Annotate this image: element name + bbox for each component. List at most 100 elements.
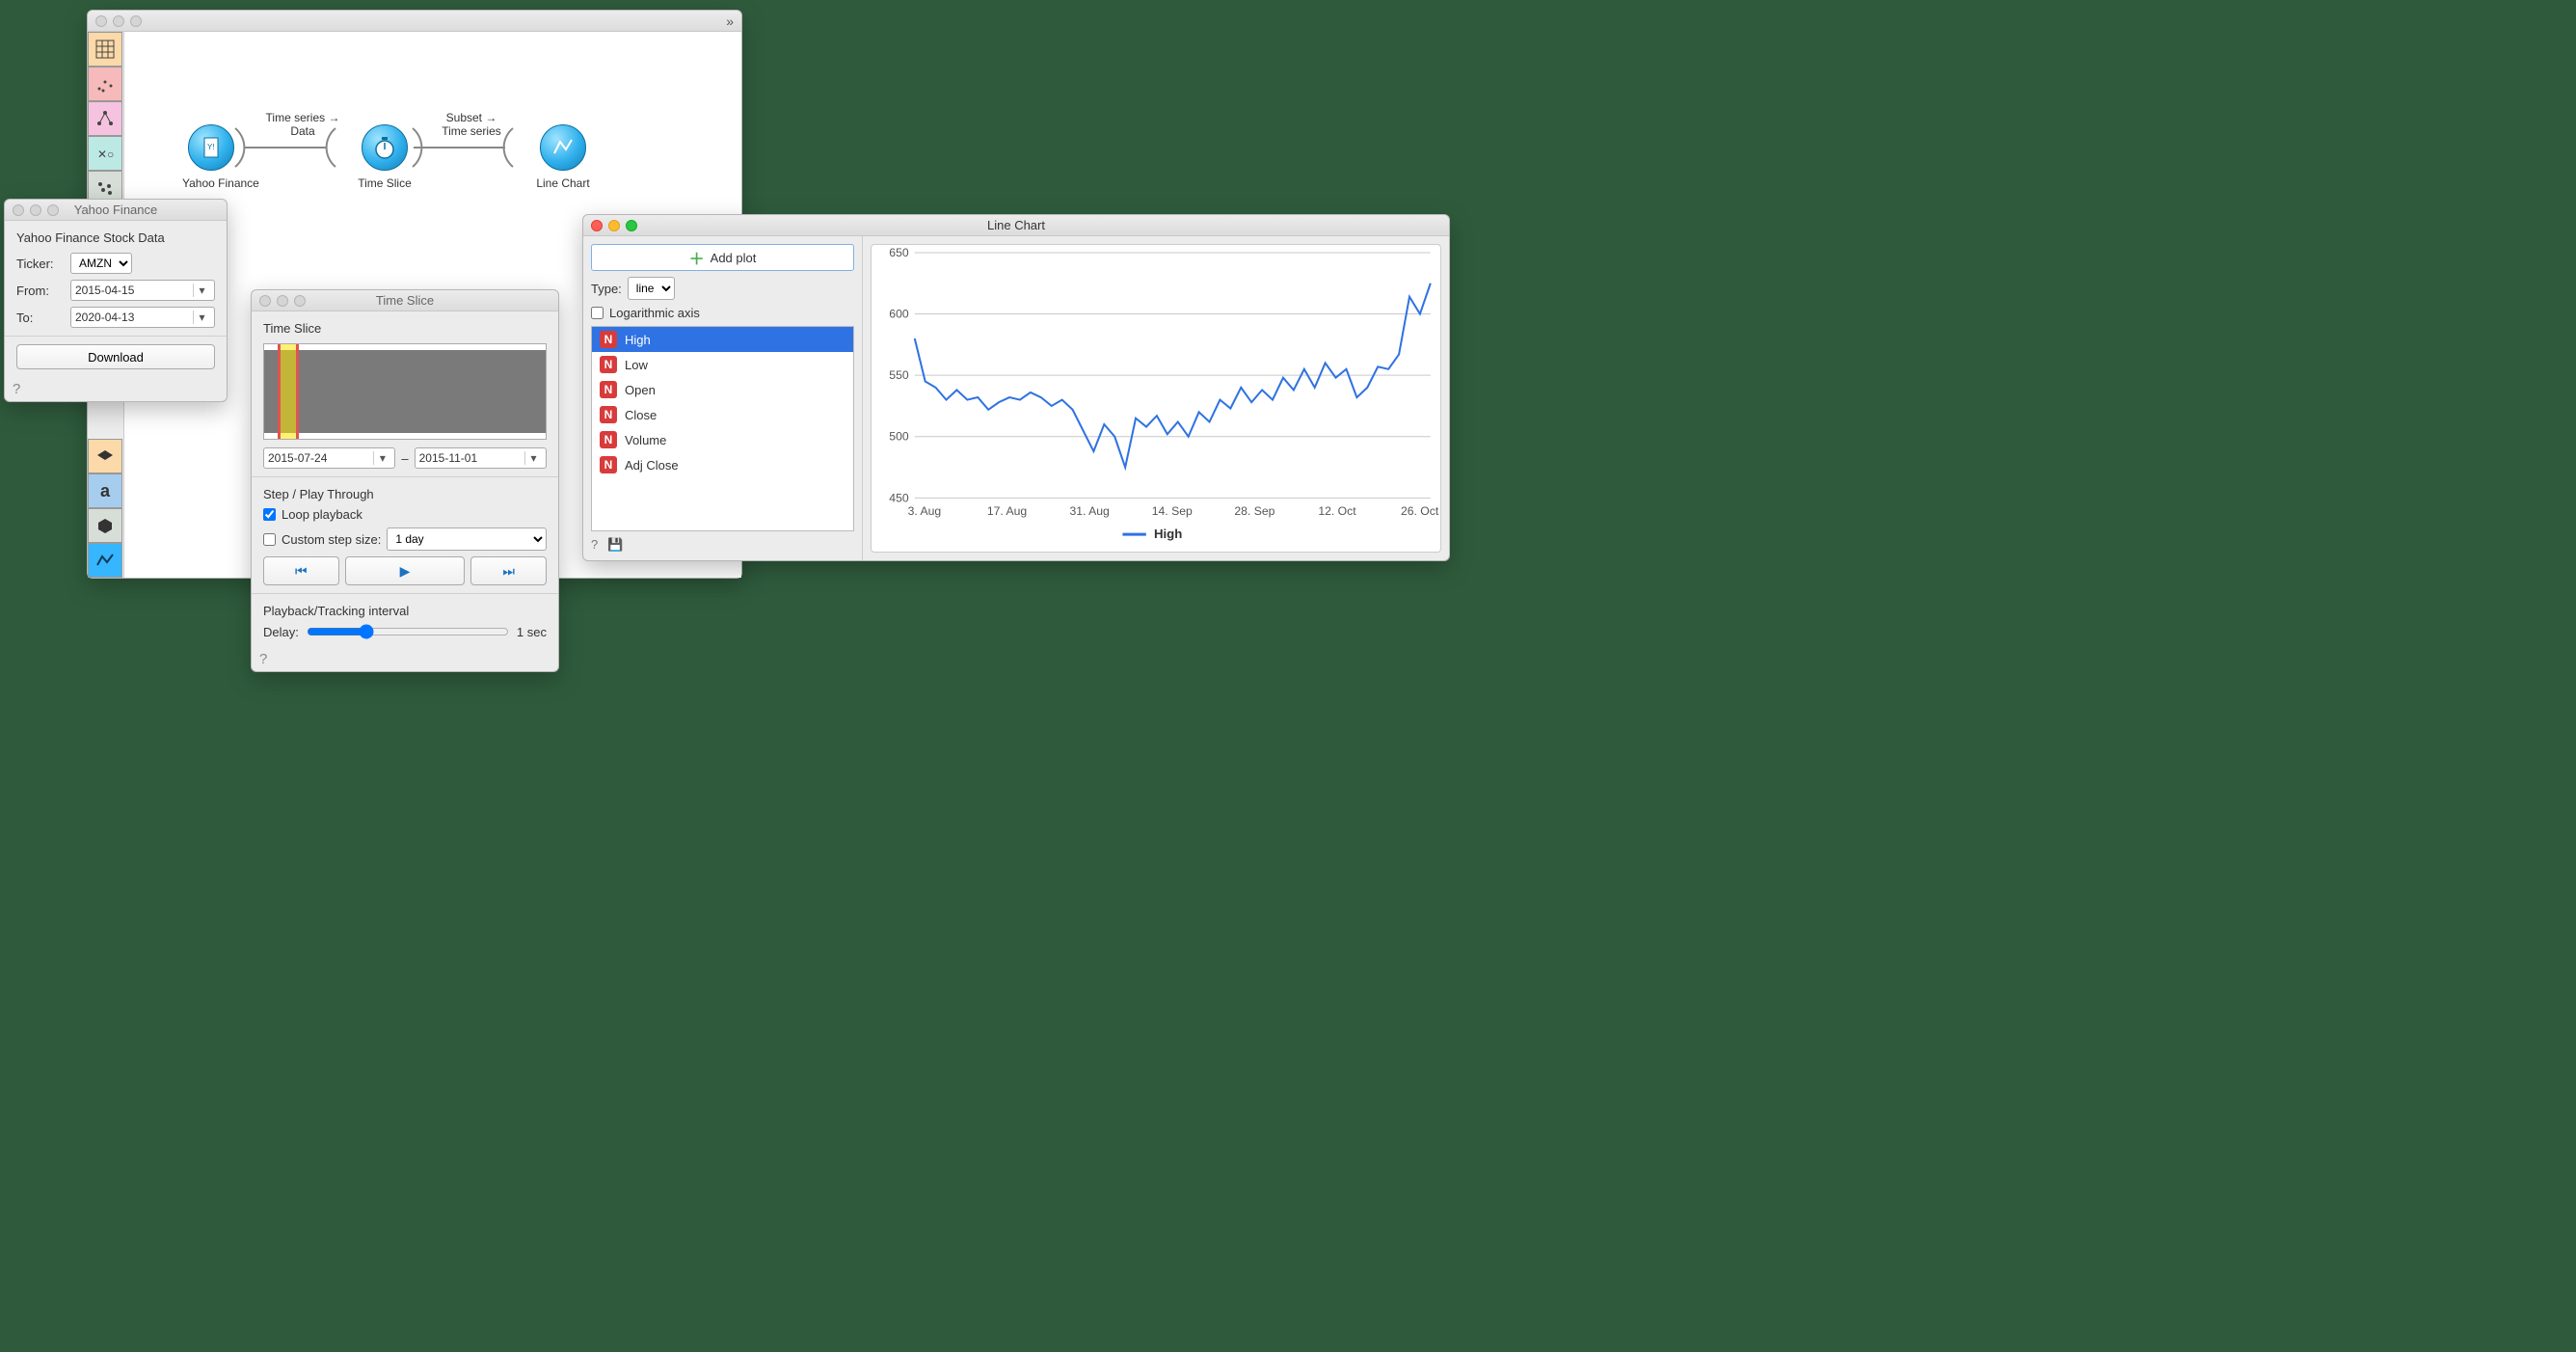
- step-forward-button[interactable]: ⏭: [470, 556, 547, 585]
- overview-plot[interactable]: [263, 343, 547, 440]
- edge-label: Time series → Data: [255, 111, 351, 139]
- palette-visualize-icon[interactable]: [88, 67, 122, 101]
- from-label: From:: [16, 284, 65, 298]
- delay-label: Delay:: [263, 625, 299, 639]
- palette-3d-icon[interactable]: [88, 508, 122, 543]
- variable-item[interactable]: NClose: [592, 402, 853, 427]
- zoom-icon[interactable]: [626, 220, 637, 231]
- close-icon[interactable]: [591, 220, 603, 231]
- numeric-badge-icon: N: [600, 456, 617, 473]
- section-heading: Yahoo Finance Stock Data: [16, 230, 215, 245]
- file-icon: Y!: [188, 124, 234, 171]
- chevron-down-icon[interactable]: ▾: [193, 311, 210, 324]
- plot-type-select[interactable]: line: [628, 277, 675, 300]
- loop-playback-checkbox[interactable]: Loop playback: [263, 507, 547, 522]
- node-label: Line Chart: [534, 176, 592, 190]
- minimize-icon[interactable]: [30, 204, 41, 216]
- variable-list[interactable]: NHighNLowNOpenNCloseNVolumeNAdj Close: [591, 326, 854, 531]
- delay-value: 1 sec: [517, 625, 547, 639]
- help-icon[interactable]: ?: [591, 537, 598, 553]
- titlebar[interactable]: Yahoo Finance: [5, 200, 227, 221]
- svg-text:500: 500: [889, 430, 909, 444]
- add-plot-button[interactable]: ＋ Add plot: [591, 244, 854, 271]
- svg-text:26. Oct: 26. Oct: [1401, 504, 1439, 518]
- numeric-badge-icon: N: [600, 381, 617, 398]
- help-icon[interactable]: ?: [252, 647, 558, 671]
- titlebar[interactable]: Line Chart: [583, 215, 1449, 236]
- svg-text:28. Sep: 28. Sep: [1234, 504, 1275, 518]
- svg-text:✕○: ✕○: [97, 148, 114, 161]
- titlebar[interactable]: Time Slice: [252, 290, 558, 311]
- line-chart-icon: [540, 124, 586, 171]
- svg-text:450: 450: [889, 491, 909, 504]
- variable-label: Open: [625, 383, 656, 397]
- range-to-input[interactable]: 2015-11-01▾: [415, 447, 547, 469]
- node-label: Yahoo Finance: [182, 176, 240, 190]
- palette-evaluate-icon[interactable]: ✕○: [88, 136, 122, 171]
- close-icon[interactable]: [259, 295, 271, 307]
- variable-item[interactable]: N Open: [592, 377, 853, 402]
- collapse-palette-button[interactable]: »: [726, 14, 734, 29]
- palette-data-icon[interactable]: [88, 32, 122, 67]
- window-title: Line Chart: [583, 218, 1449, 232]
- to-date-input[interactable]: 2020-04-13▾: [70, 307, 215, 328]
- delay-slider[interactable]: [307, 624, 509, 639]
- chevron-down-icon[interactable]: ▾: [373, 451, 390, 465]
- variable-item[interactable]: N Adj Close: [592, 452, 853, 477]
- edge-label: Subset → Time series: [423, 111, 520, 139]
- play-button[interactable]: ▶: [345, 556, 466, 585]
- section-heading: Playback/Tracking interval: [263, 604, 547, 618]
- variable-item[interactable]: NLow: [592, 352, 853, 377]
- step-back-button[interactable]: ⏮: [263, 556, 339, 585]
- checkbox[interactable]: [591, 307, 604, 319]
- svg-text:550: 550: [889, 368, 909, 382]
- variable-label: Low: [625, 358, 648, 372]
- chevron-down-icon[interactable]: ▾: [524, 451, 542, 465]
- close-icon[interactable]: [95, 15, 107, 27]
- variable-label: Adj Close: [625, 458, 679, 473]
- zoom-icon[interactable]: [294, 295, 306, 307]
- palette-educational-icon[interactable]: [88, 439, 122, 473]
- palette-timeseries-icon[interactable]: [88, 543, 122, 578]
- step-size-select[interactable]: 1 day: [387, 527, 547, 551]
- palette-model-icon[interactable]: [88, 101, 122, 136]
- svg-text:17. Aug: 17. Aug: [987, 504, 1027, 518]
- numeric-badge-icon: N: [600, 331, 617, 348]
- ticker-select[interactable]: AMZN: [70, 253, 132, 274]
- type-label: Type:: [591, 282, 622, 296]
- zoom-icon[interactable]: [130, 15, 142, 27]
- titlebar[interactable]: »: [88, 11, 741, 32]
- chevron-down-icon[interactable]: ▾: [193, 284, 210, 297]
- node-time-slice[interactable]: Time Slice: [356, 124, 414, 190]
- palette-text-icon[interactable]: a: [88, 473, 122, 508]
- save-icon[interactable]: 💾: [607, 537, 623, 553]
- range-from-input[interactable]: 2015-07-24▾: [263, 447, 395, 469]
- help-icon[interactable]: ?: [5, 377, 227, 401]
- svg-text:31. Aug: 31. Aug: [1069, 504, 1109, 518]
- close-icon[interactable]: [13, 204, 24, 216]
- from-date-input[interactable]: 2015-04-15▾: [70, 280, 215, 301]
- svg-text:High: High: [1154, 527, 1182, 541]
- minimize-icon[interactable]: [608, 220, 620, 231]
- numeric-badge-icon: N: [600, 431, 617, 448]
- log-axis-checkbox[interactable]: Logarithmic axis: [591, 306, 854, 320]
- svg-text:600: 600: [889, 308, 909, 321]
- download-button[interactable]: Download: [16, 344, 215, 369]
- node-line-chart[interactable]: Line Chart: [534, 124, 592, 190]
- node-label: Time Slice: [356, 176, 414, 190]
- zoom-icon[interactable]: [47, 204, 59, 216]
- minimize-icon[interactable]: [277, 295, 288, 307]
- chart-area[interactable]: 4505005506006503. Aug17. Aug31. Aug14. S…: [871, 244, 1441, 553]
- svg-text:14. Sep: 14. Sep: [1152, 504, 1193, 518]
- checkbox[interactable]: [263, 508, 276, 521]
- variable-item[interactable]: NVolume: [592, 427, 853, 452]
- range-selection[interactable]: [278, 344, 299, 439]
- variable-item[interactable]: NHigh: [592, 327, 853, 352]
- svg-text:12. Oct: 12. Oct: [1318, 504, 1356, 518]
- variable-label: Close: [625, 408, 657, 422]
- plus-icon: ＋: [689, 246, 705, 269]
- custom-step-checkbox[interactable]: [263, 533, 276, 546]
- minimize-icon[interactable]: [113, 15, 124, 27]
- line-chart-window: Line Chart ＋ Add plot Type: line Logarit…: [582, 214, 1450, 561]
- node-yahoo-finance[interactable]: Y! Yahoo Finance: [182, 124, 240, 190]
